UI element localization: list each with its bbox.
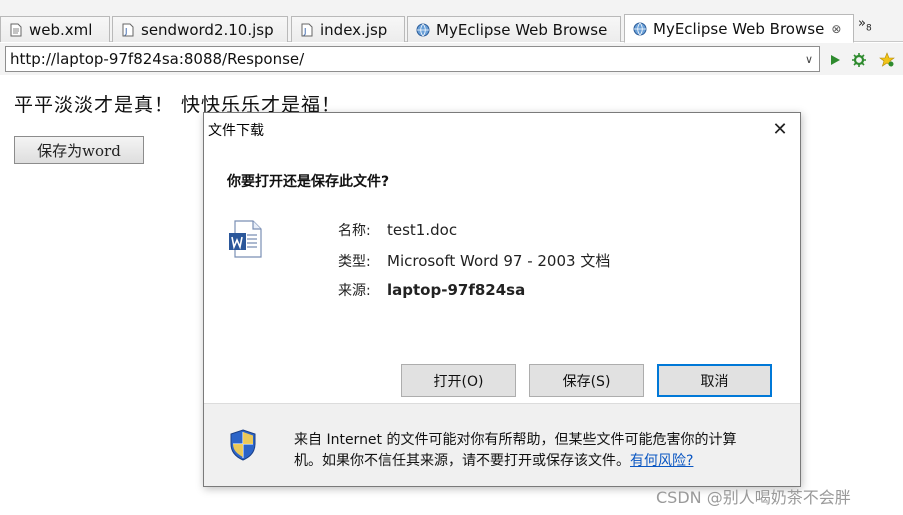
settings-button[interactable] (850, 51, 868, 69)
close-icon[interactable]: ✕ (764, 116, 796, 142)
tab-label: MyEclipse Web Browse (436, 20, 608, 39)
shield-icon (230, 429, 256, 461)
svg-text:J: J (303, 27, 306, 36)
hidden-tab-count: 8 (865, 23, 872, 34)
tab-label: web.xml (29, 20, 93, 39)
bookmark-button[interactable] (878, 51, 896, 69)
file-type-row: 类型: Microsoft Word 97 - 2003 文档 (338, 250, 610, 271)
go-button[interactable] (826, 51, 844, 69)
play-icon (831, 55, 840, 65)
open-button[interactable]: 打开(O) (401, 364, 516, 397)
tab-label: index.jsp (320, 20, 388, 39)
file-type-value: Microsoft Word 97 - 2003 文档 (387, 252, 611, 270)
jsp-file-icon: J (301, 23, 313, 36)
watermark: CSDN @别人喝奶茶不会胖 (656, 488, 851, 507)
file-source-value: laptop-97f824sa (387, 281, 526, 299)
save-as-word-button[interactable]: 保存为word (14, 136, 144, 164)
risk-link[interactable]: 有何风险? (630, 453, 693, 469)
cancel-button[interactable]: 取消 (657, 364, 772, 397)
star-icon (879, 52, 895, 67)
chevron-down-icon[interactable]: ∨ (799, 53, 819, 66)
tab-label: MyEclipse Web Browse (653, 19, 825, 38)
tab-label: sendword2.10.jsp (141, 20, 274, 39)
file-name-label: 名称: (338, 223, 371, 239)
file-type-label: 类型: (338, 254, 371, 270)
gear-icon (852, 53, 866, 67)
file-name-value: test1.doc (387, 221, 458, 239)
globe-icon (416, 23, 430, 36)
tab-sendword-jsp[interactable]: J sendword2.10.jsp (112, 16, 288, 42)
warning-line-1: 来自 Internet 的文件可能对你有所帮助，但某些文件可能危害你的计算 (294, 432, 737, 448)
tab-overflow-button[interactable]: »8 (858, 16, 872, 34)
xml-file-icon (10, 23, 22, 36)
dialog-title: 文件下载 (208, 123, 264, 139)
dialog-divider (204, 403, 800, 404)
dialog-titlebar: 文件下载 ✕ (204, 113, 800, 144)
jsp-file-icon: J (122, 23, 134, 36)
file-download-dialog: 文件下载 ✕ 你要打开还是保存此文件? 名称: test1.doc 类型: Micr… (203, 112, 801, 487)
close-tab-icon[interactable]: ⊗ (831, 22, 841, 36)
word-document-icon (229, 220, 262, 258)
address-bar-row: http://laptop-97f824sa:8088/Response/ ∨ (0, 43, 903, 75)
tab-web-browser-1[interactable]: MyEclipse Web Browse (407, 16, 621, 42)
file-source-label: 来源: (338, 283, 371, 299)
dialog-question: 你要打开还是保存此文件? (227, 174, 390, 190)
url-combobox[interactable]: http://laptop-97f824sa:8088/Response/ ∨ (5, 46, 820, 72)
chevron-double-right-icon: » (858, 16, 866, 31)
save-button[interactable]: 保存(S) (529, 364, 644, 397)
security-warning: 来自 Internet 的文件可能对你有所帮助，但某些文件可能危害你的计算 机。… (294, 430, 784, 472)
url-input[interactable]: http://laptop-97f824sa:8088/Response/ (6, 50, 799, 68)
warning-line-2: 机。如果你不信任其来源，请不要打开或保存该文件。 (294, 453, 630, 469)
file-source-row: 来源: laptop-97f824sa (338, 280, 525, 300)
globe-icon (633, 22, 647, 35)
tab-index-jsp[interactable]: J index.jsp (291, 16, 405, 42)
dialog-body: 你要打开还是保存此文件? 名称: test1.doc 类型: Microsoft W… (204, 144, 800, 403)
tab-web-browser-2[interactable]: MyEclipse Web Browse ⊗ (624, 14, 854, 43)
editor-tab-bar: web.xml J sendword2.10.jsp J index.jsp M… (0, 0, 903, 43)
file-name-row: 名称: test1.doc (338, 220, 457, 240)
tab-web-xml[interactable]: web.xml (0, 16, 110, 42)
svg-text:J: J (124, 27, 127, 36)
